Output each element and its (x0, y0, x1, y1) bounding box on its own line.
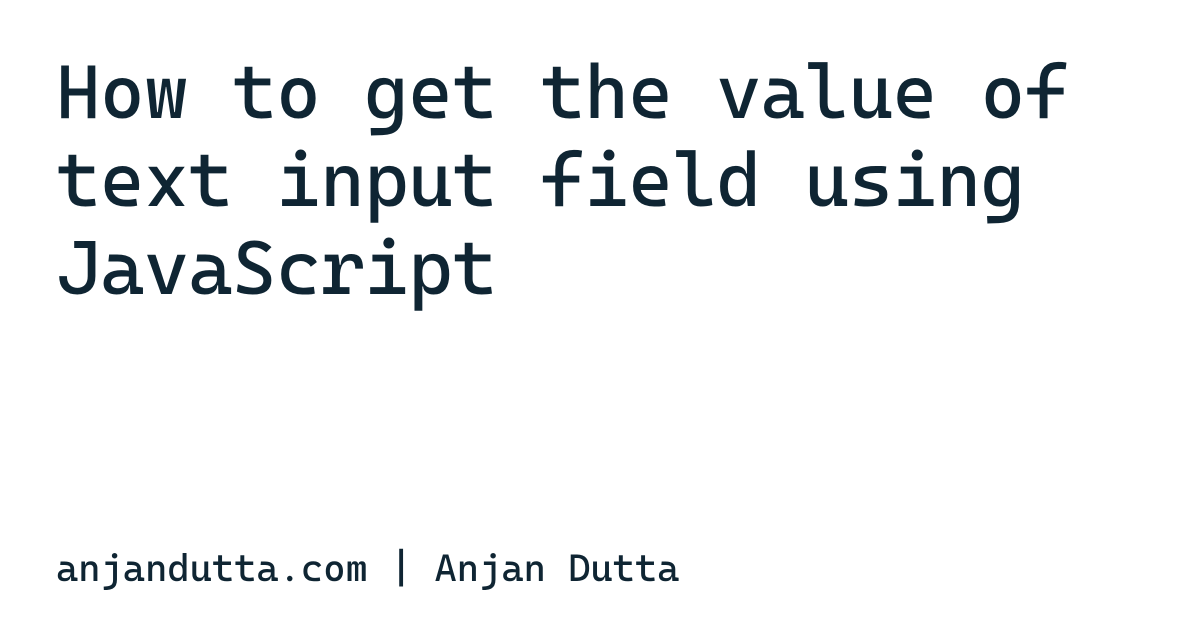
page-title: How to get the value of text input field… (56, 48, 1144, 312)
byline: anjandutta.com | Anjan Dutta (56, 546, 1144, 590)
